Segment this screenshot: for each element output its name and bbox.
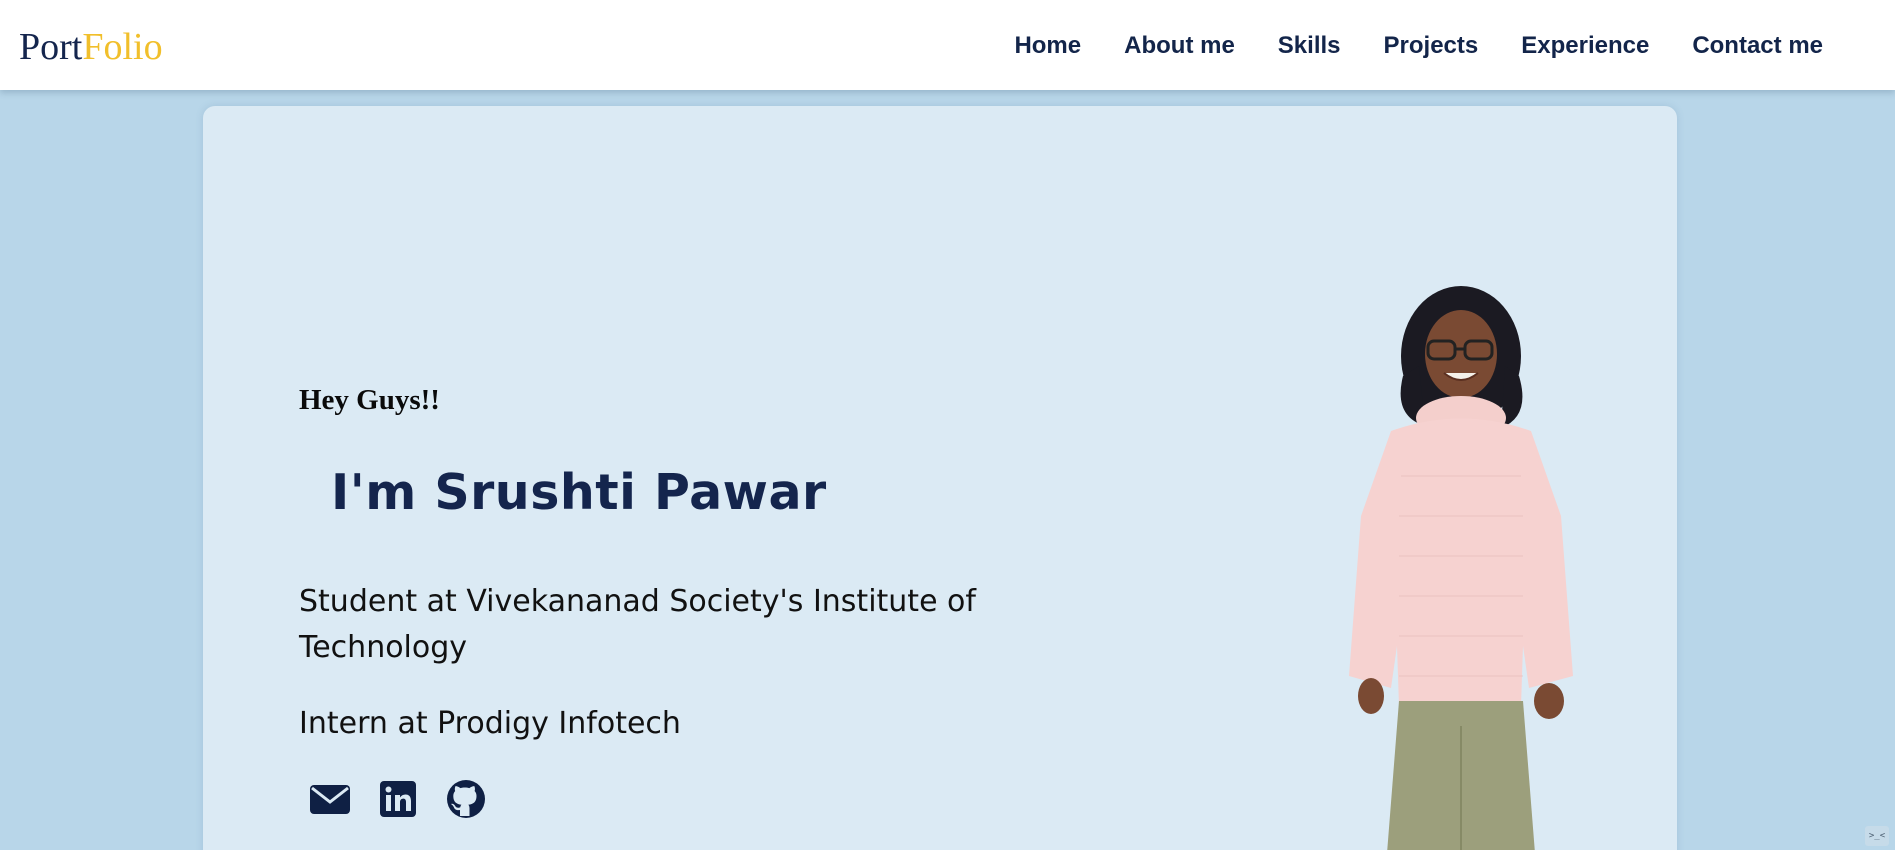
nav-skills[interactable]: Skills	[1278, 28, 1341, 64]
nav-projects[interactable]: Projects	[1384, 28, 1479, 64]
hero-name: I'm Srushti Pawar	[331, 464, 827, 521]
linkedin-icon[interactable]	[377, 778, 419, 820]
nav-experience[interactable]: Experience	[1521, 28, 1649, 64]
hero-greeting: Hey Guys!!	[299, 384, 440, 416]
site-logo[interactable]: PortFolio	[19, 25, 163, 69]
github-icon[interactable]	[445, 778, 487, 820]
profile-photo	[1311, 256, 1611, 850]
nav-contact-me[interactable]: Contact me	[1692, 28, 1823, 64]
navbar: PortFolio Home About me Skills Projects …	[0, 0, 1895, 90]
hero-role-intern: Intern at Prodigy Infotech	[299, 706, 681, 741]
logo-text-port: Port	[19, 26, 83, 68]
social-links	[309, 778, 487, 820]
corner-widget[interactable]: >_<	[1865, 826, 1889, 846]
envelope-icon[interactable]	[309, 778, 351, 820]
main-nav: Home About me Skills Projects Experience…	[971, 28, 1823, 64]
hero-role-student: Student at Vivekananad Society's Institu…	[299, 584, 976, 665]
logo-text-folio: Folio	[82, 26, 163, 68]
hero-card: Hey Guys!! I'm Srushti Pawar Student at …	[203, 106, 1677, 850]
nav-about-me[interactable]: About me	[1124, 28, 1235, 64]
nav-home[interactable]: Home	[1014, 28, 1081, 64]
